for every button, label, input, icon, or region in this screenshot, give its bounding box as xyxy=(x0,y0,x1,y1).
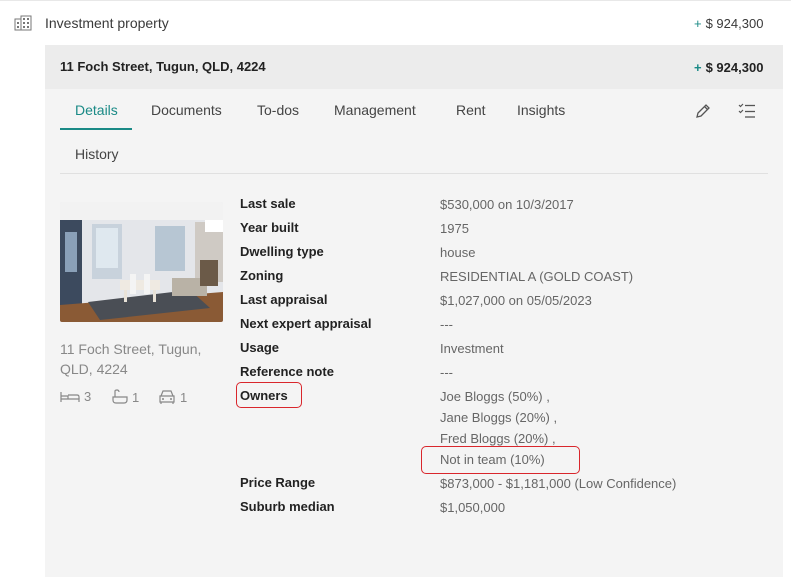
detail-value: 1975 xyxy=(440,221,469,236)
bedrooms: 3 xyxy=(60,389,91,404)
card-address: 11 Foch Street, Tugun, QLD, 4224 xyxy=(60,341,202,377)
detail-label: Year built xyxy=(240,220,299,235)
detail-value: house xyxy=(440,245,476,260)
amount-sign: + xyxy=(694,16,702,31)
property-amount-sign: + xyxy=(694,60,702,75)
detail-value: $1,027,000 on 05/05/2023 xyxy=(440,293,592,308)
tab-management[interactable]: Management xyxy=(334,102,416,118)
detail-label: Reference note xyxy=(240,364,334,379)
tab-history[interactable]: History xyxy=(75,146,119,162)
tab-rent[interactable]: Rent xyxy=(456,102,486,118)
property-amount: + $ 924,300 xyxy=(694,60,763,75)
tab-documents[interactable]: Documents xyxy=(151,102,222,118)
property-panel: 11 Foch Street, Tugun, QLD, 4224 + $ 924,… xyxy=(45,45,783,577)
bedroom-count: 3 xyxy=(84,389,92,404)
portfolio-amount: + $ 924,300 xyxy=(694,16,763,31)
tab-details[interactable]: Details xyxy=(75,102,118,118)
car-icon xyxy=(159,390,175,404)
detail-value: --- xyxy=(440,317,453,332)
section-title: Investment property xyxy=(45,15,169,31)
property-address: 11 Foch Street, Tugun, QLD, 4224 xyxy=(60,59,266,74)
detail-label: Zoning xyxy=(240,268,284,283)
tab-insights[interactable]: Insights xyxy=(517,102,565,118)
parking: 1 xyxy=(158,389,187,405)
detail-value: Investment xyxy=(440,341,504,356)
detail-value: RESIDENTIAL A (GOLD COAST) xyxy=(440,269,634,284)
building-icon xyxy=(14,15,32,31)
detail-label: Last appraisal xyxy=(240,292,328,307)
tab-todos[interactable]: To-dos xyxy=(257,102,299,118)
detail-value: $1,050,000 xyxy=(440,500,506,515)
detail-label: Next expert appraisal xyxy=(240,316,372,331)
property-amount-value: $ 924,300 xyxy=(705,60,764,75)
detail-label: Last sale xyxy=(240,196,296,211)
checklist-icon[interactable] xyxy=(737,101,757,121)
parking-count: 1 xyxy=(180,389,188,405)
owner-item: Jane Bloggs (20%) , xyxy=(440,410,558,425)
owner-not-in-team-highlight xyxy=(421,446,580,474)
tab-bar: Details Documents To-dos Management Rent… xyxy=(60,89,768,174)
property-photo[interactable] xyxy=(60,202,223,322)
amount-value: $ 924,300 xyxy=(705,16,764,31)
bath-icon xyxy=(112,389,128,404)
investment-property-row[interactable]: Investment property + $ 924,300 xyxy=(0,0,791,45)
bathrooms: 1 xyxy=(112,389,139,405)
detail-value: $873,000 - $1,181,000 (Low Confidence) xyxy=(440,476,677,491)
active-tab-underline xyxy=(60,128,132,130)
owners-label-highlight xyxy=(236,382,302,408)
detail-value: --- xyxy=(440,365,453,380)
bed-icon xyxy=(60,391,80,402)
bathroom-count: 1 xyxy=(132,389,140,405)
property-header[interactable]: 11 Foch Street, Tugun, QLD, 4224 + $ 924,… xyxy=(45,45,783,89)
pencil-icon[interactable] xyxy=(693,101,713,121)
detail-label: Dwelling type xyxy=(240,244,324,259)
detail-label: Usage xyxy=(240,340,280,355)
detail-value: $530,000 on 10/3/2017 xyxy=(440,197,574,212)
owner-item: Joe Bloggs (50%) , xyxy=(440,389,550,404)
owner-item: Fred Bloggs (20%) , xyxy=(440,431,556,446)
detail-label: Price Range xyxy=(240,475,316,490)
detail-label: Suburb median xyxy=(240,499,335,514)
